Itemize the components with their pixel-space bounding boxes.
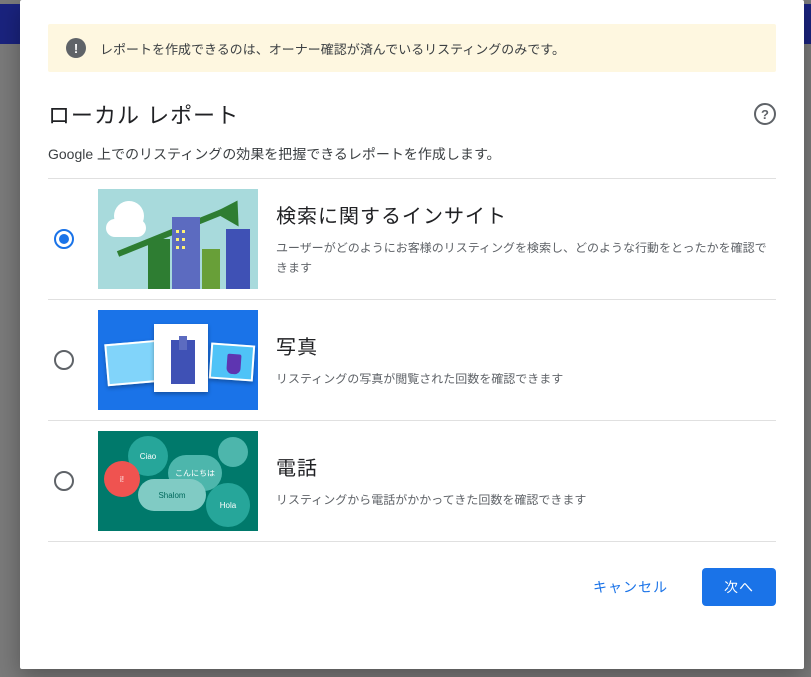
option-desc: リスティングの写真が閲覧された回数を確認できます <box>276 370 776 389</box>
radio-phone[interactable] <box>54 471 74 491</box>
help-icon[interactable]: ? <box>754 103 776 125</box>
dialog-header: ローカル レポート ? <box>48 98 776 130</box>
alert-text: レポートを作成できるのは、オーナー確認が済んでいるリスティングのみです。 <box>100 39 565 58</box>
report-options: 検索に関するインサイト ユーザーがどのようにお客様のリスティングを検索し、どのよ… <box>48 178 776 542</box>
owner-verify-alert: ! レポートを作成できるのは、オーナー確認が済んでいるリスティングのみです。 <box>48 24 776 72</box>
option-photos[interactable]: 写真 リスティングの写真が閲覧された回数を確認できます <box>48 300 776 421</box>
option-title: 電話 <box>276 452 776 481</box>
cancel-button[interactable]: キャンセル <box>571 568 690 606</box>
page-subtitle: Google 上でのリスティングの効果を把握できるレポートを作成します。 <box>48 144 776 164</box>
dialog-footer: キャンセル 次へ <box>48 568 776 606</box>
local-report-dialog: ! レポートを作成できるのは、オーナー確認が済んでいるリスティングのみです。 ロ… <box>20 0 804 669</box>
option-phone[interactable]: Ciao こんにちは i! Shalom Hola 電話 リスティングから電話が… <box>48 421 776 542</box>
option-text: 電話 リスティングから電話がかかってきた回数を確認できます <box>276 452 776 510</box>
alert-icon: ! <box>66 38 86 58</box>
radio-search-insights[interactable] <box>54 229 74 249</box>
option-desc: ユーザーがどのようにお客様のリスティングを検索し、どのような行動をとったかを確認… <box>276 239 776 277</box>
option-text: 検索に関するインサイト ユーザーがどのようにお客様のリスティングを検索し、どのよ… <box>276 200 776 277</box>
option-search-insights[interactable]: 検索に関するインサイト ユーザーがどのようにお客様のリスティングを検索し、どのよ… <box>48 179 776 300</box>
option-title: 検索に関するインサイト <box>276 200 776 229</box>
thumb-phone: Ciao こんにちは i! Shalom Hola <box>98 431 258 531</box>
page-title: ローカル レポート <box>48 98 239 130</box>
next-button[interactable]: 次へ <box>702 568 776 606</box>
option-desc: リスティングから電話がかかってきた回数を確認できます <box>276 491 776 510</box>
option-title: 写真 <box>276 331 776 360</box>
thumb-photos <box>98 310 258 410</box>
thumb-search-insights <box>98 189 258 289</box>
radio-photos[interactable] <box>54 350 74 370</box>
option-text: 写真 リスティングの写真が閲覧された回数を確認できます <box>276 331 776 389</box>
